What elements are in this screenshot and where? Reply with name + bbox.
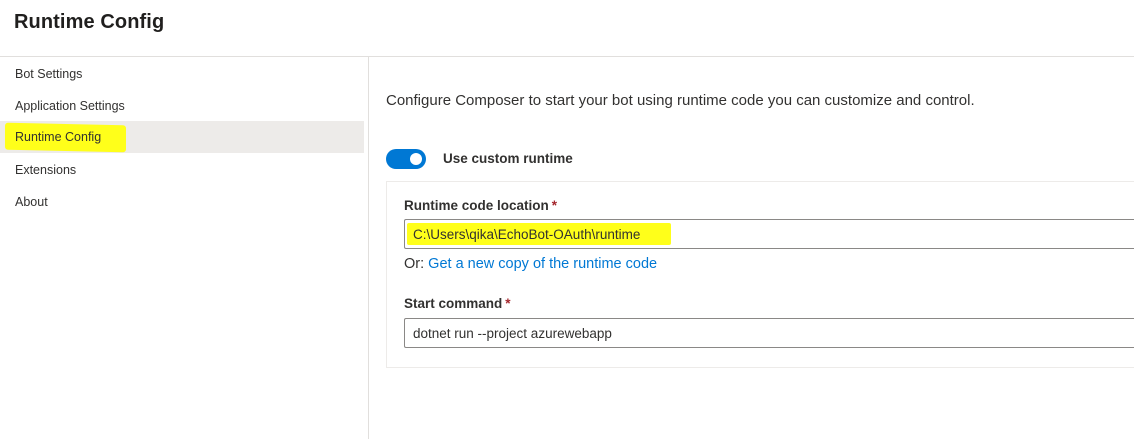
nav-item-bot-settings[interactable]: Bot Settings xyxy=(0,58,364,90)
nav-item-application-settings[interactable]: Application Settings xyxy=(0,90,364,122)
start-command-label-text: Start command xyxy=(404,296,503,311)
panel-description: Configure Composer to start your bot usi… xyxy=(386,92,975,109)
required-marker: * xyxy=(551,198,558,213)
nav-item-about[interactable]: About xyxy=(0,186,364,218)
custom-runtime-toggle-label: Use custom runtime xyxy=(443,151,573,166)
page-header: Runtime Config xyxy=(0,0,1134,57)
start-command-label: Start command * xyxy=(404,296,511,311)
start-command-value: dotnet run --project azurewebapp xyxy=(413,326,612,341)
runtime-settings-box: Runtime code location * C:\Users\qika\Ech… xyxy=(386,181,1134,368)
nav-item-extensions[interactable]: Extensions xyxy=(0,154,364,186)
runtime-location-value: C:\Users\qika\EchoBot-OAuth\runtime xyxy=(413,227,641,242)
settings-page: Runtime Config Bot Settings Application … xyxy=(0,0,1134,439)
runtime-location-label: Runtime code location * xyxy=(404,198,557,213)
runtime-location-input[interactable]: C:\Users\qika\EchoBot-OAuth\runtime xyxy=(404,219,1134,249)
runtime-location-label-text: Runtime code location xyxy=(404,198,549,213)
get-runtime-copy-prefix: Or: xyxy=(404,256,429,272)
nav-item-label: About xyxy=(15,195,48,209)
nav-item-label: Application Settings xyxy=(15,99,125,113)
runtime-config-panel: Configure Composer to start your bot usi… xyxy=(369,57,1134,439)
get-runtime-copy-link[interactable]: Get a new copy of the runtime code xyxy=(428,256,657,272)
toggle-knob xyxy=(410,153,422,165)
nav-item-label: Runtime Config xyxy=(15,130,102,144)
nav-item-label: Extensions xyxy=(15,163,77,177)
required-marker: * xyxy=(505,296,511,311)
start-command-input[interactable]: dotnet run --project azurewebapp xyxy=(404,318,1134,348)
get-runtime-copy-line: Or: Get a new copy of the runtime code xyxy=(404,256,657,272)
settings-nav: Bot Settings Application Settings Runtim… xyxy=(0,57,369,439)
nav-item-runtime-config[interactable]: Runtime Config xyxy=(0,121,364,153)
nav-item-label: Bot Settings xyxy=(15,67,83,81)
page-title: Runtime Config xyxy=(14,11,165,33)
custom-runtime-toggle[interactable] xyxy=(386,149,426,169)
